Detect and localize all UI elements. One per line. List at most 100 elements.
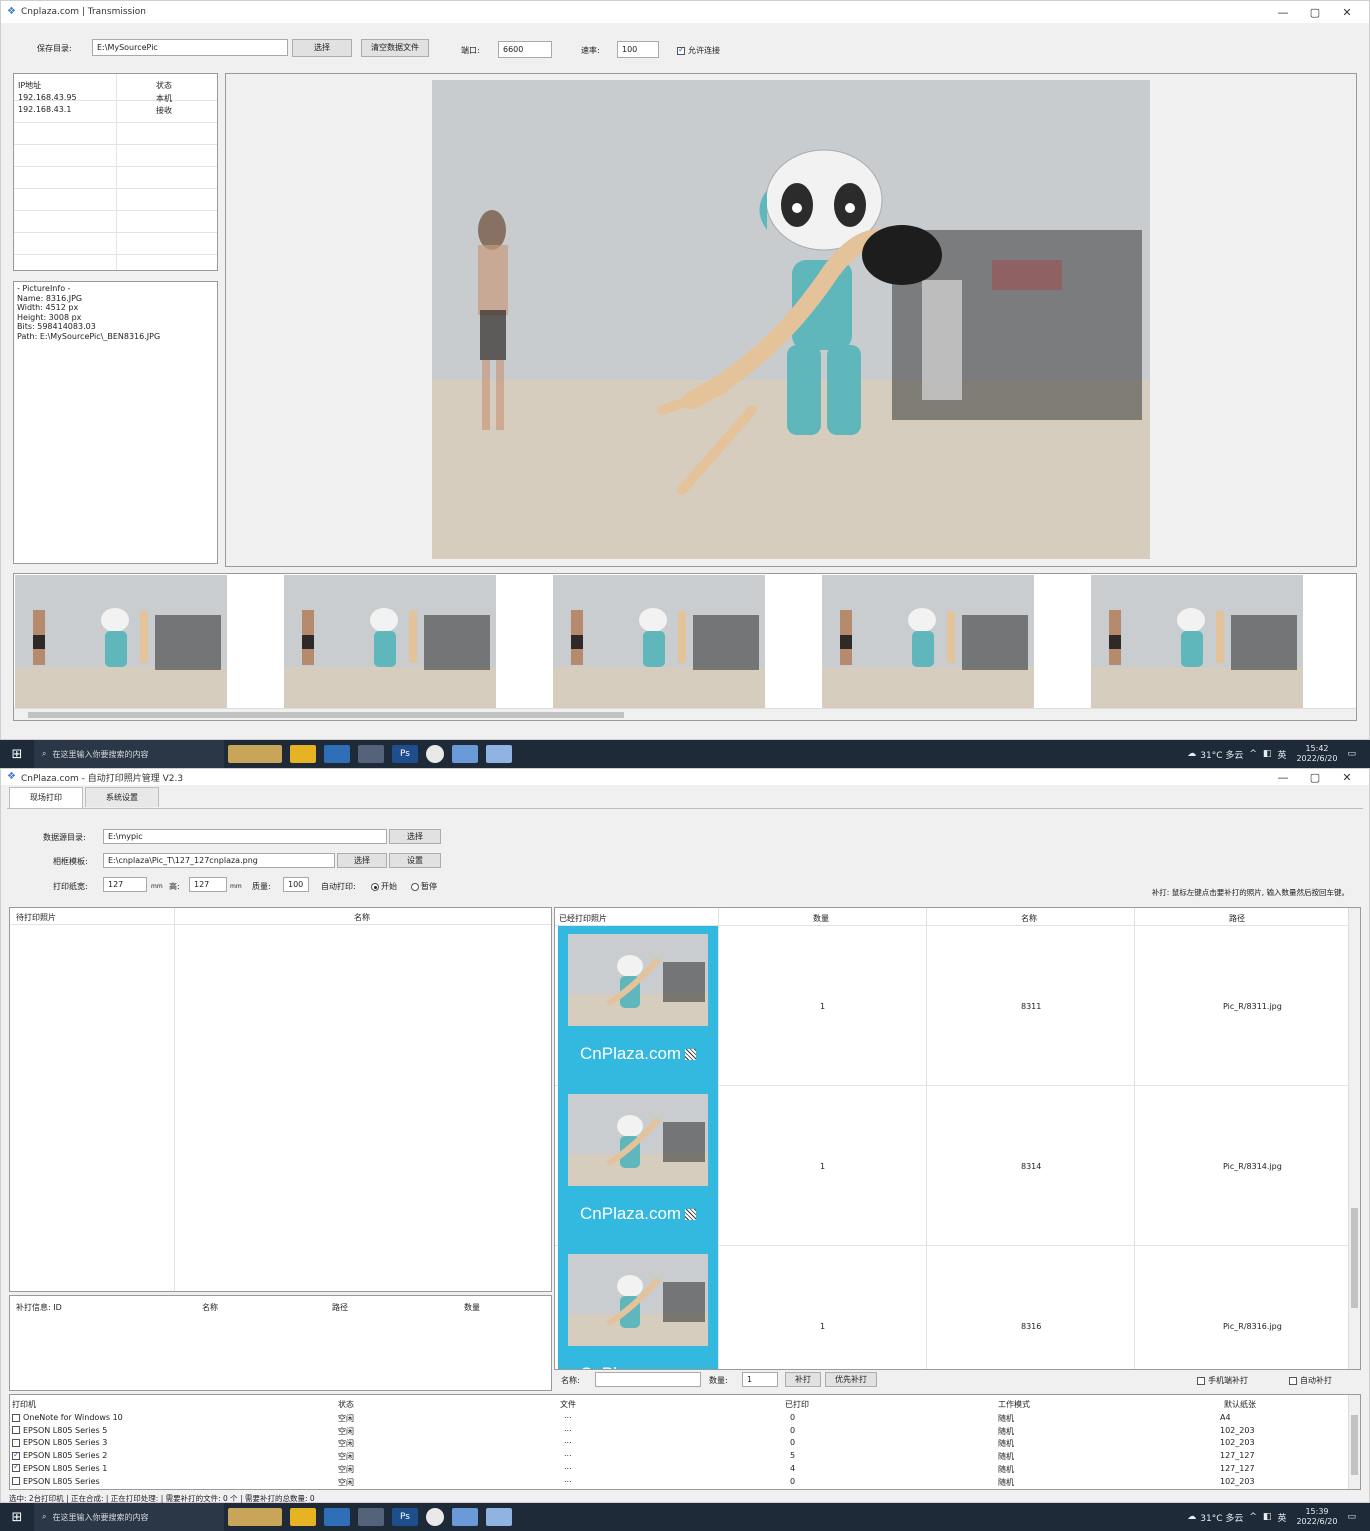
printer-checkbox[interactable] [12,1462,20,1473]
printer-name-cell[interactable]: EPSON L805 Series 2 [12,1450,107,1460]
priority-reprint-button[interactable]: 优先补打 [825,1372,877,1387]
pinned-app-icon[interactable] [228,1508,282,1526]
maximize-button[interactable]: ▢ [1299,6,1331,19]
printed-photo-frame[interactable]: CnPlaza.com [558,1086,718,1246]
thumbnail-image[interactable] [1091,575,1303,708]
ime-indicator[interactable]: 英 [1277,1511,1286,1524]
printer-name-cell[interactable]: EPSON L805 Series [12,1477,100,1486]
minimize-button[interactable]: — [1267,6,1299,19]
printer-checkbox[interactable] [12,1477,20,1485]
browser-icon[interactable] [426,1508,444,1526]
printer-checkbox[interactable] [12,1450,20,1460]
printer-row[interactable]: EPSON L805 Series 5 空闲... 0 随机 102_203 [10,1424,1348,1438]
preview-image[interactable] [432,80,1150,559]
ime-indicator[interactable]: 英 [1277,748,1286,761]
printers-table[interactable]: 打印机 状态 文件 已打印 工作模式 默认纸张 OneNote for Wind… [9,1394,1361,1490]
printer-checkbox[interactable] [12,1413,20,1422]
printed-photo-frame[interactable]: CnPlaza.com [558,1246,718,1369]
reprint-name-input[interactable] [595,1372,701,1387]
printers-scrollbar[interactable] [1348,1395,1360,1489]
printer-row[interactable]: EPSON L805 Series 3 空闲... 0 随机 102_203 [10,1436,1348,1450]
thumbnail-image[interactable] [822,575,1034,708]
notification-icon[interactable]: ▭ [1347,1512,1356,1522]
allow-connect-checkbox[interactable]: 允许连接 [677,45,720,56]
thumbnail-image[interactable] [553,575,765,708]
rate-input[interactable]: 100 [617,41,659,58]
printer-row[interactable]: EPSON L805 Series 2 空闲... 5 随机 127_127 [10,1449,1348,1463]
template-select-button[interactable]: 选择 [337,853,387,868]
select-dir-button[interactable]: 选择 [292,39,352,57]
ip-table[interactable]: IP地址 状态 192.168.43.95 本机 192.168.43.1 接收 [13,73,218,271]
save-dir-input[interactable]: E:\MySourcePic [92,39,288,56]
print-manager-icon[interactable] [486,745,512,763]
close-button[interactable]: ✕ [1331,6,1363,19]
tab-settings[interactable]: 系统设置 [85,787,159,807]
calculator-icon[interactable] [324,745,350,763]
photoshop-icon[interactable]: Ps [392,745,418,763]
file-explorer-icon[interactable] [290,1508,316,1526]
quality-input[interactable]: 100 [283,877,309,892]
printed-scrollbar[interactable] [1348,908,1360,1369]
browser-icon[interactable] [426,745,444,763]
printed-row[interactable]: CnPlaza.com 1 8311 Pic_R/8311.jpg [555,926,1348,1086]
pinned-app-icon[interactable] [228,745,282,763]
notification-icon[interactable]: ▭ [1347,749,1356,759]
file-explorer-icon[interactable] [290,745,316,763]
taskbar-search[interactable]: ⌕ 在这里输入你要搜索的内容 [34,1503,224,1531]
reprint-qty-input[interactable]: 1 [742,1372,778,1387]
paper-width-input[interactable]: 127 [103,877,147,892]
weather-text[interactable]: 31°C 多云 [1200,1511,1243,1524]
chevron-up-icon[interactable]: ^ [1249,1512,1257,1522]
calculator-icon[interactable] [324,1508,350,1526]
network-icon[interactable]: ◧ [1263,749,1272,759]
network-icon[interactable]: ◧ [1263,1512,1272,1522]
thumbnail-scrollbar[interactable] [14,708,1356,720]
auto-reprint-checkbox[interactable]: 自动补打 [1289,1375,1332,1386]
maximize-button-2[interactable]: ▢ [1299,771,1331,784]
clock[interactable]: 15:39 2022/6/20 [1296,1507,1337,1527]
app-icon-cloud[interactable] [358,1508,384,1526]
printer-row[interactable]: EPSON L805 Series 1 空闲... 4 随机 127_127 [10,1462,1348,1476]
photoshop-icon[interactable]: Ps [392,1508,418,1526]
clock[interactable]: 15:42 2022/6/20 [1296,744,1337,764]
printer-name-cell[interactable]: OneNote for Windows 10 [12,1413,123,1422]
windows-start-icon[interactable]: ⊞ [0,1503,34,1531]
printed-photo-frame[interactable]: CnPlaza.com [558,926,718,1086]
paper-height-input[interactable]: 127 [189,877,227,892]
taskbar-search[interactable]: ⌕ 在这里输入你要搜索的内容 [34,740,224,768]
weather-text[interactable]: 31°C 多云 [1200,748,1243,761]
port-input[interactable]: 6600 [498,41,552,58]
printer-checkbox[interactable] [12,1438,20,1447]
transmission-app-icon[interactable] [452,1508,478,1526]
auto-print-pause-radio[interactable]: 暂停 [411,881,437,892]
clear-data-button[interactable]: 清空数据文件 [361,39,429,57]
transmission-app-icon[interactable] [452,745,478,763]
pending-photos-table[interactable]: 待打印照片 名称 [9,907,552,1292]
tab-live-print[interactable]: 现场打印 [9,787,83,809]
reprint-button[interactable]: 补打 [785,1372,821,1387]
thumbnail-strip[interactable] [13,573,1357,721]
ip-row-1-ip[interactable]: 192.168.43.95 [18,93,77,102]
printer-name-cell[interactable]: EPSON L805 Series 3 [12,1438,107,1447]
template-input[interactable]: E:\cnplaza\Pic_T\127_127cnplaza.png [103,853,335,868]
printer-name-cell[interactable]: EPSON L805 Series 5 [12,1426,107,1435]
thumbnail-image[interactable] [15,575,227,708]
app-icon-cloud[interactable] [358,745,384,763]
minimize-button-2[interactable]: — [1267,771,1299,784]
printed-photos-table[interactable]: 已经打印照片 数量 名称 路径 CnPlaza.com 1 8311 Pic_R/83… [554,907,1361,1370]
data-dir-input[interactable]: E:\mypic [103,829,387,844]
chevron-up-icon[interactable]: ^ [1249,749,1257,759]
close-button-2[interactable]: ✕ [1331,771,1363,784]
ip-row-2-ip[interactable]: 192.168.43.1 [18,105,71,114]
printer-checkbox[interactable] [12,1426,20,1435]
thumbnail-image[interactable] [284,575,496,708]
phone-reprint-checkbox[interactable]: 手机端补打 [1197,1375,1248,1386]
print-manager-icon[interactable] [486,1508,512,1526]
printed-row[interactable]: CnPlaza.com 1 8314 Pic_R/8314.jpg [555,1086,1348,1246]
printer-row[interactable]: OneNote for Windows 10 空闲... 0 随机 A4 [10,1411,1348,1425]
reprint-info-table[interactable]: 补打信息: ID 名称 路径 数量 [9,1295,552,1391]
template-settings-button[interactable]: 设置 [389,853,441,868]
data-dir-select-button[interactable]: 选择 [389,829,441,844]
windows-start-icon[interactable]: ⊞ [0,740,34,768]
printer-row[interactable]: EPSON L805 Series 空闲... 0 随机 102_203 [10,1475,1348,1489]
